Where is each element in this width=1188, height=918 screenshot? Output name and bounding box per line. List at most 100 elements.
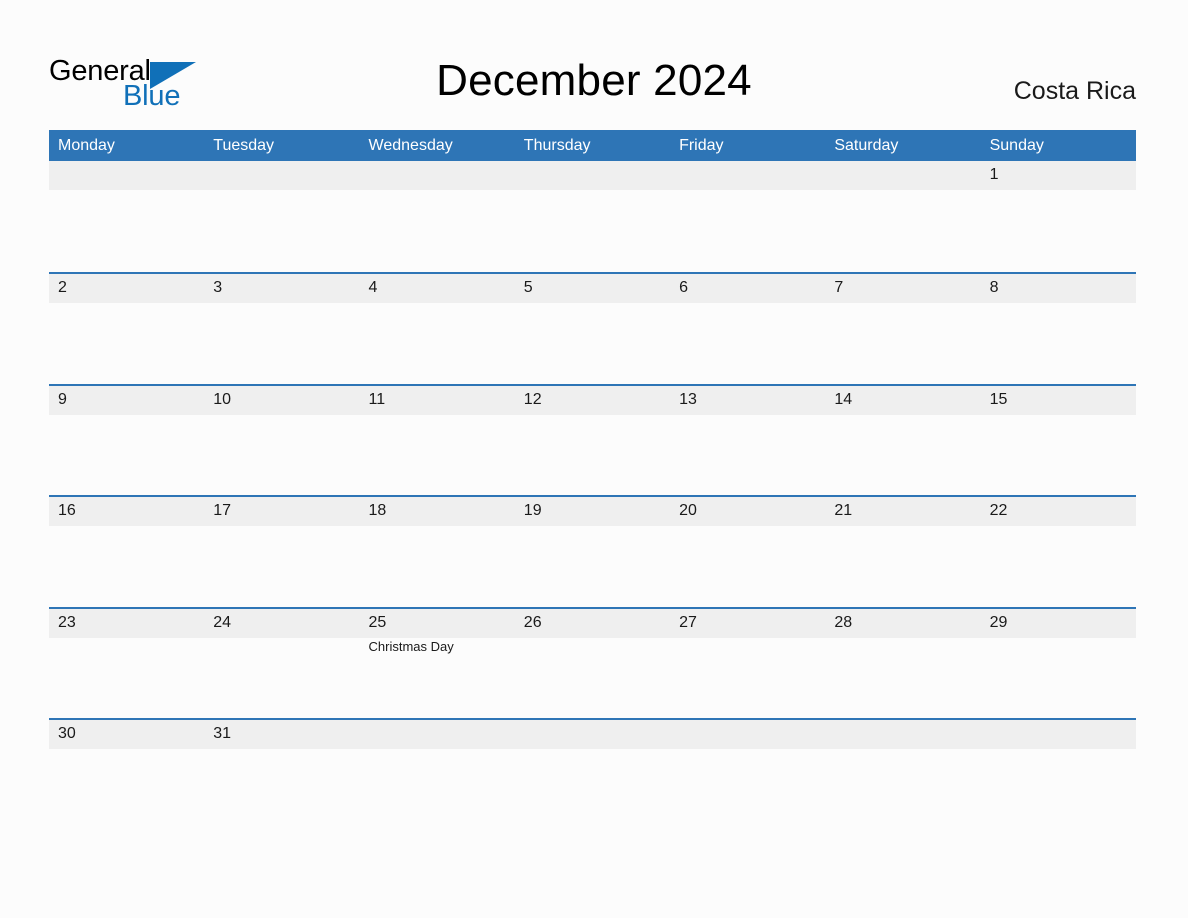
weekday-header-wednesday: Wednesday <box>368 137 453 154</box>
calendar-week-cells: 30 31 <box>49 720 1136 831</box>
calendar-week-row: 30 31 <box>49 717 1136 831</box>
day-number: 11 <box>368 390 386 408</box>
calendar-day-cell[interactable] <box>204 161 359 272</box>
calendar-day-cell[interactable]: 5 <box>515 274 670 385</box>
day-number: 14 <box>834 390 853 408</box>
calendar-day-cell[interactable] <box>670 720 825 831</box>
calendar-day-cell[interactable]: 13 <box>670 386 825 497</box>
calendar-page: General Blue December 2024 Costa Rica Mo… <box>0 0 1188 918</box>
calendar-day-cell[interactable] <box>670 161 825 272</box>
calendar-day-cell[interactable]: 16 <box>49 497 204 608</box>
calendar-day-cell[interactable] <box>49 161 204 272</box>
calendar-day-cell[interactable] <box>825 161 980 272</box>
calendar-day-cell[interactable]: 14 <box>825 386 980 497</box>
calendar-grid: Monday Tuesday Wednesday Thursday Friday… <box>49 130 1136 829</box>
day-number: 4 <box>368 279 378 297</box>
day-number: 20 <box>679 502 697 520</box>
calendar-day-cell[interactable] <box>825 720 980 831</box>
calendar-day-cell[interactable] <box>515 161 670 272</box>
page-title: December 2024 <box>436 56 752 105</box>
holiday-event-label: Christmas Day <box>368 638 454 654</box>
calendar-week-cells: 1 <box>49 161 1136 272</box>
weekday-header-sunday: Sunday <box>989 137 1044 154</box>
calendar-day-cell[interactable]: 15 <box>981 386 1136 497</box>
calendar-day-cell[interactable]: 20 <box>670 497 825 608</box>
day-number: 26 <box>523 613 542 631</box>
calendar-day-cell[interactable]: 23 <box>49 609 204 720</box>
calendar-day-cell[interactable] <box>981 720 1136 831</box>
calendar-day-cell[interactable]: 8 <box>981 274 1136 385</box>
calendar-day-cell[interactable]: 6 <box>670 274 825 385</box>
calendar-day-cell[interactable]: 25 Christmas Day <box>360 609 515 720</box>
calendar-day-cell[interactable]: 11 <box>360 386 515 497</box>
calendar-day-cell[interactable]: 21 <box>825 497 980 608</box>
calendar-week-cells: 16 17 18 19 20 21 22 <box>49 497 1136 608</box>
calendar-day-cell[interactable]: 28 <box>825 609 980 720</box>
calendar-day-cell[interactable]: 19 <box>515 497 670 608</box>
calendar-week-cells: 23 24 25 Christmas Day 26 27 28 29 <box>49 609 1136 720</box>
day-number: 31 <box>213 724 232 742</box>
day-number: 17 <box>213 502 232 520</box>
day-number: 18 <box>368 502 387 520</box>
day-number: 7 <box>834 279 844 297</box>
page-header: General Blue December 2024 Costa Rica <box>0 0 1188 130</box>
calendar-day-cell[interactable] <box>515 720 670 831</box>
calendar-week-row: 1 <box>49 161 1136 272</box>
day-number: 8 <box>989 279 999 297</box>
calendar-week-row: 9 10 11 12 13 14 15 <box>49 383 1136 497</box>
calendar-day-cell[interactable]: 24 <box>204 609 359 720</box>
day-number: 24 <box>213 613 232 631</box>
calendar-day-cell[interactable]: 29 <box>981 609 1136 720</box>
calendar-day-cell[interactable]: 2 <box>49 274 204 385</box>
day-number: 29 <box>989 613 1008 631</box>
calendar-weeks: 1 2 3 4 5 6 7 8 9 10 11 12 13 14 15 16 17 18 19 20 21 22 23 24 2… <box>49 161 1136 829</box>
day-number: 22 <box>989 502 1008 520</box>
calendar-day-cell[interactable]: 10 <box>204 386 359 497</box>
day-number: 3 <box>213 279 223 297</box>
weekday-header-friday: Friday <box>679 137 724 154</box>
calendar-day-cell[interactable]: 26 <box>515 609 670 720</box>
day-number: 6 <box>679 279 688 297</box>
calendar-week-row: 23 24 25 Christmas Day 26 27 28 29 <box>49 606 1136 720</box>
calendar-day-cell[interactable]: 27 <box>670 609 825 720</box>
calendar-day-cell[interactable]: 1 <box>981 161 1136 272</box>
day-number: 2 <box>58 279 67 297</box>
calendar-day-cell[interactable]: 12 <box>515 386 670 497</box>
day-number: 1 <box>989 166 999 183</box>
calendar-day-cell[interactable] <box>360 720 515 831</box>
country-label: Costa Rica <box>1013 77 1136 105</box>
calendar-day-cell[interactable]: 22 <box>981 497 1136 608</box>
calendar-week-cells: 2 3 4 5 6 7 8 <box>49 274 1136 385</box>
day-number: 10 <box>213 390 232 408</box>
calendar-day-cell[interactable]: 30 <box>49 720 204 831</box>
calendar-week-row: 2 3 4 5 6 7 8 <box>49 272 1136 383</box>
weekday-header-monday: Monday <box>58 137 115 154</box>
day-number: 21 <box>834 502 853 520</box>
day-number: 25 <box>368 613 387 631</box>
day-number: 5 <box>523 279 533 297</box>
calendar-day-cell[interactable]: 31 <box>204 720 359 831</box>
calendar-day-cell[interactable]: 9 <box>49 386 204 497</box>
day-number: 30 <box>58 724 76 742</box>
calendar-day-cell[interactable]: 18 <box>360 497 515 608</box>
calendar-day-cell[interactable]: 4 <box>360 274 515 385</box>
weekday-header-saturday: Saturday <box>834 137 899 154</box>
calendar-day-cell[interactable]: 3 <box>204 274 359 385</box>
calendar-day-cell[interactable]: 7 <box>825 274 980 385</box>
calendar-week-cells: 9 10 11 12 13 14 15 <box>49 386 1136 497</box>
day-number: 19 <box>523 502 542 520</box>
weekday-header-thursday: Thursday <box>523 137 591 154</box>
day-number: 23 <box>58 613 76 631</box>
day-number: 27 <box>679 613 697 631</box>
weekday-header-tuesday: Tuesday <box>213 137 275 154</box>
weekday-header-row: Monday Tuesday Wednesday Thursday Friday… <box>49 130 1136 161</box>
day-number: 28 <box>834 613 853 631</box>
day-number: 15 <box>989 390 1008 408</box>
day-number: 13 <box>679 390 697 408</box>
day-number: 16 <box>58 502 76 520</box>
calendar-day-cell[interactable] <box>360 161 515 272</box>
calendar-day-cell[interactable]: 17 <box>204 497 359 608</box>
calendar-week-row: 16 17 18 19 20 21 22 <box>49 495 1136 606</box>
day-number: 9 <box>58 390 67 408</box>
day-number: 12 <box>523 390 542 408</box>
